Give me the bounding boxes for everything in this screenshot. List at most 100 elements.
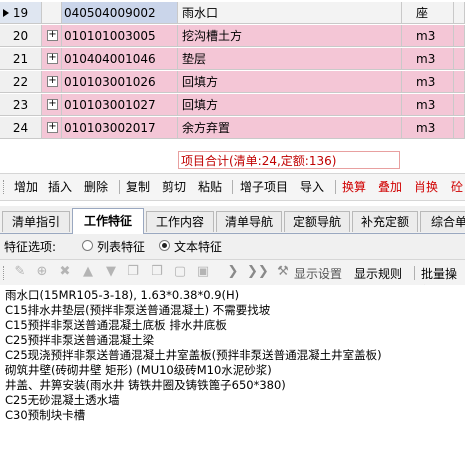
display-settings-button[interactable]: 显示设置: [294, 265, 342, 282]
tab-composite-unit-price[interactable]: 综合单: [420, 211, 465, 232]
feature-toolbar: ✎ ⊕ ✖ ▲ ▼ ❐ ❒ ▢ ▣ ❯ ❯❯ ⚒ 显示设置 显示规则 批量操作: [0, 259, 465, 298]
import-button[interactable]: 导入: [300, 179, 324, 195]
cut-button[interactable]: 剪切: [162, 179, 186, 195]
toolbar-grip-icon[interactable]: [3, 266, 6, 280]
tab-bill-navigation[interactable]: 清单导航: [216, 211, 282, 232]
tab-supplementary-quota[interactable]: 补充定额: [352, 211, 418, 232]
list-feature-radio[interactable]: [82, 240, 93, 251]
delete-button[interactable]: 删除: [84, 179, 108, 195]
code-cell[interactable]: 010103002017: [62, 117, 178, 139]
expander-cell: +: [42, 71, 62, 93]
extra-cell: [454, 71, 465, 93]
toolbar-divider: [414, 266, 415, 280]
code-cell[interactable]: 010103001027: [62, 94, 178, 116]
edit-icon[interactable]: ✎: [13, 265, 27, 279]
text-feature-radio[interactable]: [159, 240, 170, 251]
expander-cell: +: [42, 94, 62, 116]
code-cell[interactable]: 010101003005: [62, 25, 178, 47]
row-number[interactable]: 20: [0, 25, 42, 47]
feature-text-line: C30预制块卡槽: [5, 408, 86, 422]
extra-cell: [454, 117, 465, 139]
feature-text-line: C15排水井垫层(预拌非泵送普通混凝土) 不需要找坡: [5, 303, 271, 317]
row-number[interactable]: 21: [0, 48, 42, 70]
unit-cell[interactable]: m3: [402, 48, 454, 70]
display-rules-button[interactable]: 显示规则: [354, 265, 402, 282]
add-icon[interactable]: ⊕: [35, 265, 49, 279]
feature-options-label: 特征选项:: [4, 240, 57, 254]
overlay-button[interactable]: 叠加: [378, 179, 402, 195]
tab-work-content[interactable]: 工作内容: [146, 211, 214, 232]
expander-cell: +: [42, 48, 62, 70]
feature-text-line: C25无砂混凝土透水墙: [5, 393, 120, 407]
row-number[interactable]: 24: [0, 117, 42, 139]
feature-text-line: C25预拌非泵送普通混凝土梁: [5, 333, 155, 347]
table-row[interactable]: 22 + 010103001026 回填方 m3: [0, 71, 465, 94]
name-cell[interactable]: 雨水口: [178, 2, 402, 24]
table-row[interactable]: 23 + 010103001027 回填方 m3: [0, 94, 465, 117]
feature-text-line: C15预拌非泵送普通混凝土底板 排水井底板: [5, 318, 227, 332]
code-cell[interactable]: 010103001026: [62, 71, 178, 93]
toolbar-divider: [232, 180, 233, 194]
table-row[interactable]: 19 040504009002 雨水口 座: [0, 2, 465, 25]
unit-cell[interactable]: m3: [402, 117, 454, 139]
row-number[interactable]: 23: [0, 94, 42, 116]
extra-cell: [454, 94, 465, 116]
conversion-button[interactable]: 换算: [342, 179, 366, 195]
name-cell[interactable]: 余方弃置: [178, 117, 402, 139]
replace-button[interactable]: 肖换: [414, 179, 438, 195]
edit-toolbar: 增加 插入 删除 复制 剪切 粘贴 增子项目 导入 换算 叠加 肖换 砼: [0, 173, 465, 201]
paste-button[interactable]: 粘贴: [198, 179, 222, 195]
table-row[interactable]: 20 + 010101003005 挖沟槽土方 m3: [0, 25, 465, 48]
expander-cell: [42, 2, 62, 24]
name-cell[interactable]: 挖沟槽土方: [178, 25, 402, 47]
row-number[interactable]: 22: [0, 71, 42, 93]
extra-cell: [454, 2, 465, 24]
expander-cell: +: [42, 25, 62, 47]
feature-text-line: C25现浇预拌非泵送普通混凝土井室盖板(预拌非泵送普通混凝土井室盖板): [5, 348, 382, 362]
concrete-button[interactable]: 砼: [451, 179, 463, 195]
expand-icon[interactable]: +: [47, 99, 58, 110]
toolbar-grip-icon[interactable]: [3, 180, 6, 194]
add-button[interactable]: 增加: [14, 179, 38, 195]
copy2-icon[interactable]: ❒: [150, 265, 164, 279]
add-subitem-button[interactable]: 增子项目: [240, 179, 288, 195]
code-cell[interactable]: 010404001046: [62, 48, 178, 70]
expand-icon[interactable]: +: [47, 122, 58, 133]
hammer-icon[interactable]: ⚒: [276, 265, 290, 279]
tab-quota-navigation[interactable]: 定额导航: [284, 211, 350, 232]
copy-button[interactable]: 复制: [126, 179, 150, 195]
name-cell[interactable]: 回填方: [178, 94, 402, 116]
toolbar-divider: [119, 180, 120, 194]
expand-icon[interactable]: +: [47, 53, 58, 64]
expand-icon[interactable]: +: [47, 30, 58, 41]
last-icon[interactable]: ❯❯: [247, 265, 269, 279]
unit-cell[interactable]: 座: [402, 2, 454, 24]
feature-text-area[interactable]: 雨水口(15MR105-3-18), 1.63*0.38*0.9(H) C15排…: [0, 285, 465, 453]
paste-icon[interactable]: ▢: [173, 265, 187, 279]
feature-text-line: 砌筑井壁(砖砌井壁 矩形) (MU10级砖M10水泥砂浆): [5, 363, 272, 377]
copy-icon[interactable]: ❐: [126, 265, 140, 279]
detail-tabs: 清单指引 工作特征 工作内容 清单导航 定额导航 补充定额 综合单: [0, 206, 465, 234]
paste2-icon[interactable]: ▣: [196, 265, 210, 279]
down-icon[interactable]: ▼: [104, 265, 118, 279]
delete-icon[interactable]: ✖: [58, 265, 72, 279]
insert-button[interactable]: 插入: [48, 179, 72, 195]
list-feature-label[interactable]: 列表特征: [97, 238, 145, 255]
project-total-summary: 项目合计(清单:24,定额:136): [178, 151, 400, 169]
name-cell[interactable]: 垫层: [178, 48, 402, 70]
tab-work-features[interactable]: 工作特征: [72, 208, 144, 234]
code-cell[interactable]: 040504009002: [62, 2, 178, 24]
text-feature-label[interactable]: 文本特征: [174, 238, 222, 255]
up-icon[interactable]: ▲: [81, 265, 95, 279]
row-number-cell[interactable]: 19: [0, 2, 42, 24]
unit-cell[interactable]: m3: [402, 25, 454, 47]
tab-bill-guide[interactable]: 清单指引: [2, 211, 70, 232]
name-cell[interactable]: 回填方: [178, 71, 402, 93]
extra-cell: [454, 25, 465, 47]
unit-cell[interactable]: m3: [402, 71, 454, 93]
expand-icon[interactable]: +: [47, 76, 58, 87]
next-icon[interactable]: ❯: [226, 265, 240, 279]
unit-cell[interactable]: m3: [402, 94, 454, 116]
table-row[interactable]: 21 + 010404001046 垫层 m3: [0, 48, 465, 71]
table-row[interactable]: 24 + 010103002017 余方弃置 m3: [0, 117, 465, 140]
